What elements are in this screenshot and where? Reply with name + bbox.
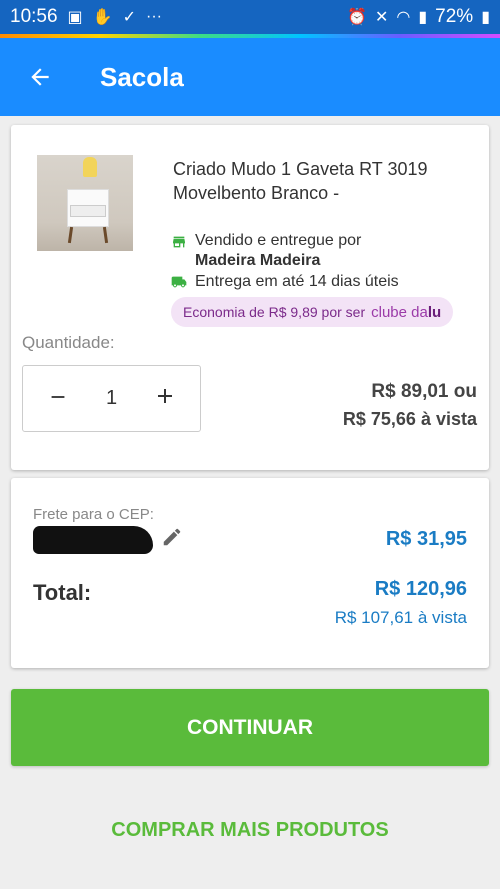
status-icons-left: ▣ ✋ ✓ ··· [68,7,162,27]
truck-icon [171,276,187,288]
seller-info: Vendido e entregue por Madeira Madeira [171,231,361,271]
clube-savings-text: Economia de R$ 9,89 por ser [183,304,366,320]
quantity-value: 1 [105,387,118,409]
hand-icon: ✋ [92,9,113,26]
product-price-cash: R$ 75,66 à vista [342,409,477,429]
cep-label: Frete para o CEP: [33,506,154,523]
pencil-icon[interactable] [161,526,183,548]
wifi-icon: ◠ [396,9,411,26]
shipping-summary-card: Frete para o CEP: R$ 31,95 Total: R$ 120… [11,478,489,668]
product-name[interactable]: Criado Mudo 1 Gaveta RT 3019 Movelbento … [173,157,463,205]
signal-icon: ▮ [418,9,428,26]
alarm-icon: ⏰ [347,9,367,26]
product-card: Criado Mudo 1 Gaveta RT 3019 Movelbento … [11,125,489,470]
continue-button[interactable]: CONTINUAR [11,689,489,766]
product-image[interactable] [37,155,133,251]
quantity-stepper: 1 [22,365,201,432]
image-icon: ▣ [67,9,83,26]
mute-icon: ✕ [374,9,389,26]
status-icons-right: ⏰ ✕ ◠ ▮ 72% ▮ [347,6,490,28]
battery-icon: ▮ [481,9,490,26]
shipping-value: R$ 31,95 [385,528,467,550]
app-bar: Sacola [0,38,500,116]
total-cash-value: R$ 107,61 à vista [334,608,467,627]
total-value: R$ 120,96 [374,578,467,600]
minus-icon [51,395,65,398]
delivery-text: Entrega em até 14 dias úteis [195,273,399,290]
back-button[interactable] [0,38,80,116]
seller-prefix: Vendido e entregue por [195,232,362,249]
battery-percentage: 72% [435,6,474,27]
product-price: R$ 89,01 ou [371,381,477,402]
status-bar: 10:56 ▣ ✋ ✓ ··· ⏰ ✕ ◠ ▮ 72% ▮ [0,0,500,34]
decrease-quantity-button[interactable] [43,384,73,414]
more-icon: ··· [146,8,162,25]
cep-value-redacted [33,526,153,554]
quantity-label: Quantidade: [22,333,115,352]
download-icon: ✓ [122,9,136,26]
clube-da-lu-logo: clube dalu [371,303,442,321]
clube-da-lu-badge: Economia de R$ 9,89 por ser clube dalu [171,297,454,327]
page-title: Sacola [100,61,184,92]
plus-icon [158,388,172,403]
store-icon [173,236,185,248]
increase-quantity-button[interactable] [150,384,180,414]
delivery-info: Entrega em até 14 dias úteis [171,273,399,291]
total-label: Total: [33,580,92,605]
status-time: 10:56 [10,6,58,27]
seller-name: Madeira Madeira [195,252,321,269]
arrow-left-icon [31,68,49,86]
buy-more-products-button[interactable]: COMPRAR MAIS PRODUTOS [0,812,500,848]
